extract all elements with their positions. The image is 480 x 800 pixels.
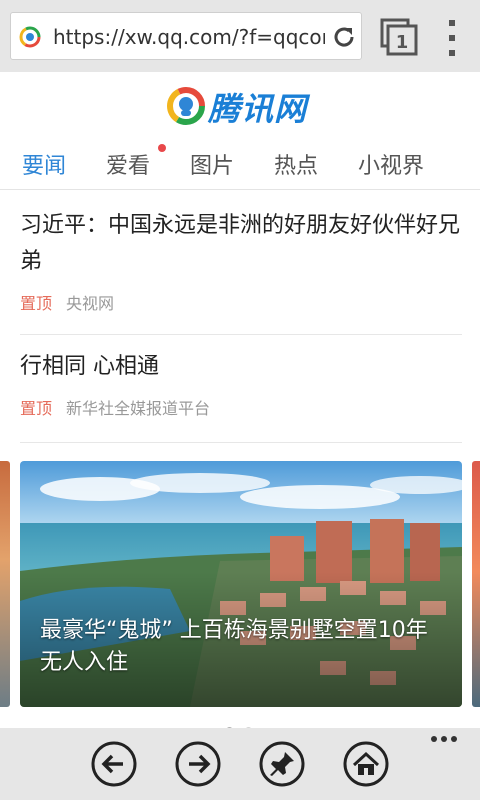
pinned-tag: 置顶: [20, 294, 53, 313]
more-options-icon[interactable]: [430, 734, 458, 744]
browser-toolbar: https://xw.qq.com/?f=qqcom 1: [0, 0, 480, 72]
slide-next-peek[interactable]: [472, 461, 480, 707]
news-meta: 置顶 新华社全媒报道平台: [20, 399, 460, 419]
site-favicon-icon: [19, 26, 41, 48]
browser-app-bar: [0, 728, 480, 800]
tab-redian[interactable]: 热点: [274, 148, 318, 180]
slideshow-card[interactable]: 最豪华“鬼城” 上百栋海景别墅空置10年无人入住: [20, 461, 462, 707]
site-logo-text[interactable]: 腾讯网: [208, 84, 307, 130]
tab-xiaoshijie[interactable]: 小视界: [358, 148, 424, 180]
tab-aikan[interactable]: 爱看: [106, 148, 150, 180]
back-button-icon[interactable]: [90, 740, 138, 788]
slide-indicator: [226, 719, 264, 734]
news-title[interactable]: 习近平：中国永远是非洲的好朋友好伙伴好兄弟: [20, 208, 460, 280]
news-item[interactable]: 习近平：中国永远是非洲的好朋友好伙伴好兄弟 置顶 央视网: [20, 208, 460, 314]
tabs-button[interactable]: 1: [380, 18, 420, 58]
tab-count: 1: [396, 32, 409, 53]
forward-button-icon[interactable]: [174, 740, 222, 788]
tencent-news-logo-icon: [167, 87, 205, 125]
news-source: 新华社全媒报道平台: [66, 399, 211, 418]
tabs-divider: [0, 189, 480, 190]
slide-caption[interactable]: 最豪华“鬼城” 上百栋海景别墅空置10年无人入住: [40, 615, 444, 679]
browser-menu-button[interactable]: [442, 18, 462, 58]
news-title[interactable]: 行相同 心相通: [20, 349, 460, 385]
news-divider: [20, 442, 462, 443]
reload-icon[interactable]: [331, 24, 357, 50]
news-source: 央视网: [66, 294, 115, 313]
pin-button-icon[interactable]: [258, 740, 306, 788]
site-header: 腾讯网: [0, 78, 480, 134]
vertical-dots-icon: [449, 20, 455, 56]
tab-yaowen[interactable]: 要闻: [22, 148, 66, 180]
tabs-scroll-fade: [420, 138, 480, 188]
slide-previous-peek[interactable]: [0, 461, 10, 707]
address-bar[interactable]: https://xw.qq.com/?f=qqcom: [10, 12, 362, 60]
news-meta: 置顶 央视网: [20, 294, 460, 314]
url-text[interactable]: https://xw.qq.com/?f=qqcom: [53, 24, 325, 50]
news-item[interactable]: 行相同 心相通 置顶 新华社全媒报道平台: [20, 349, 460, 419]
pinned-tag: 置顶: [20, 399, 53, 418]
tab-tupian[interactable]: 图片: [190, 148, 234, 180]
tabs-icon: 1: [380, 18, 418, 56]
news-divider: [20, 334, 462, 335]
new-badge: [158, 144, 166, 152]
channel-tabs: 要闻 爱看 图片 热点 小视界: [0, 138, 480, 188]
home-button-icon[interactable]: [342, 740, 390, 788]
